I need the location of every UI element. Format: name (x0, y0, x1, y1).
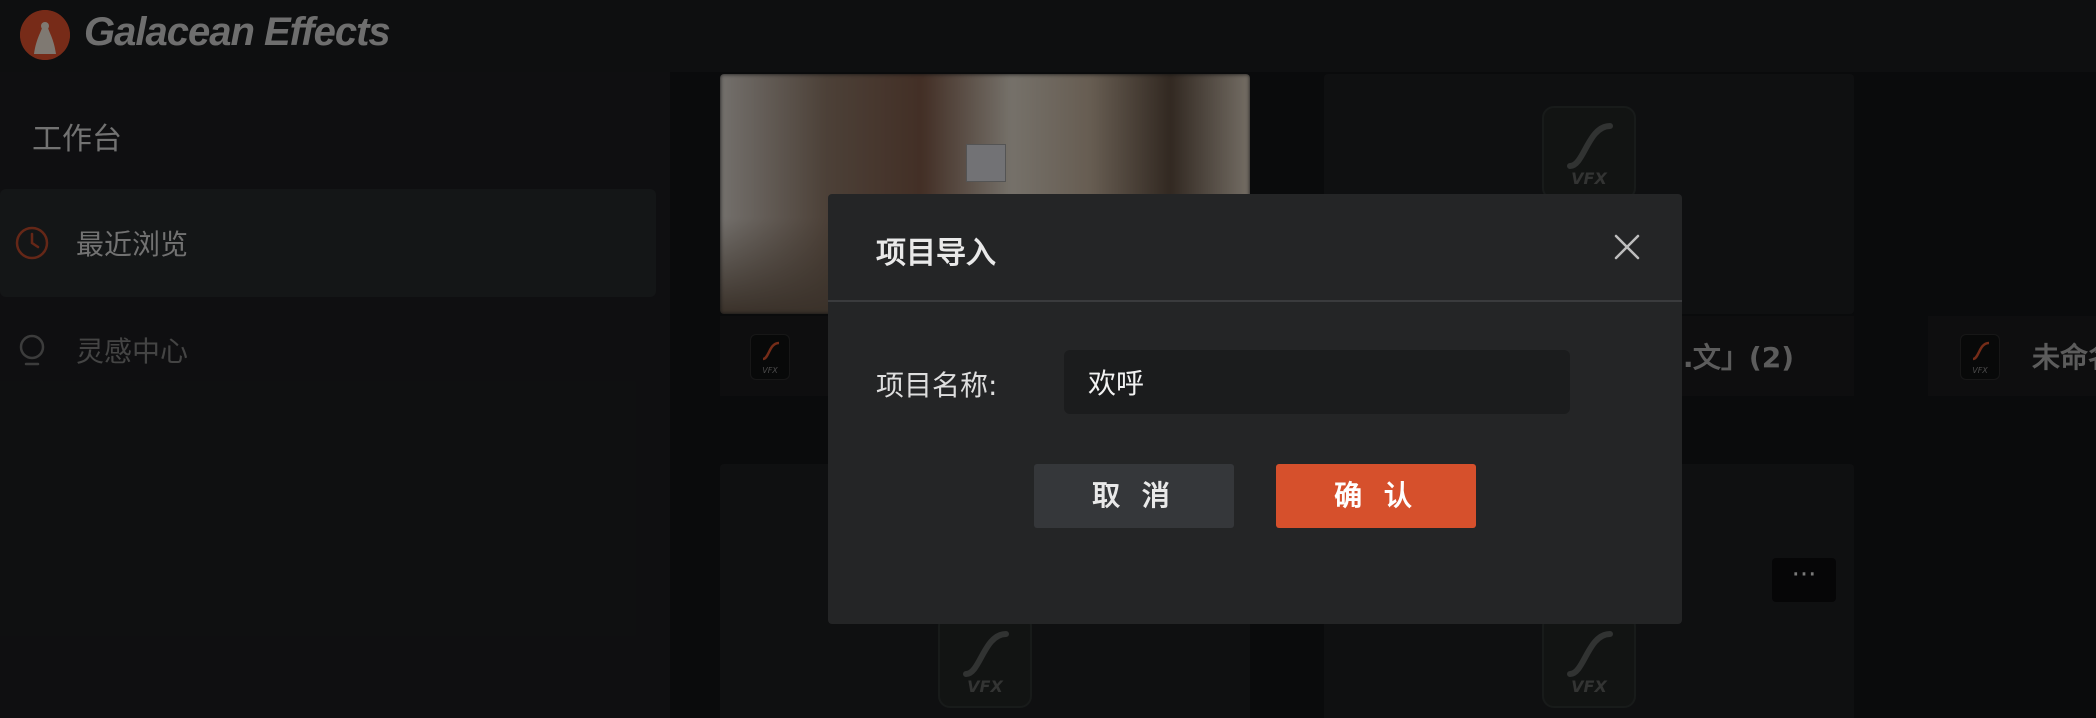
app-root: Galacean Effects 工作台 最近浏览 灵感中心 VFX VFX …… (0, 0, 2096, 718)
dialog-header: 项目导入 (828, 194, 1682, 302)
close-icon[interactable] (1608, 228, 1646, 266)
cancel-button[interactable]: 取 消 (1034, 464, 1234, 528)
project-name-label: 项目名称: (876, 369, 998, 402)
dialog-title: 项目导入 (876, 236, 996, 271)
import-project-dialog: 项目导入 项目名称: 取 消 确 认 (828, 194, 1682, 624)
confirm-button[interactable]: 确 认 (1276, 464, 1476, 528)
project-name-input[interactable] (1064, 350, 1570, 414)
